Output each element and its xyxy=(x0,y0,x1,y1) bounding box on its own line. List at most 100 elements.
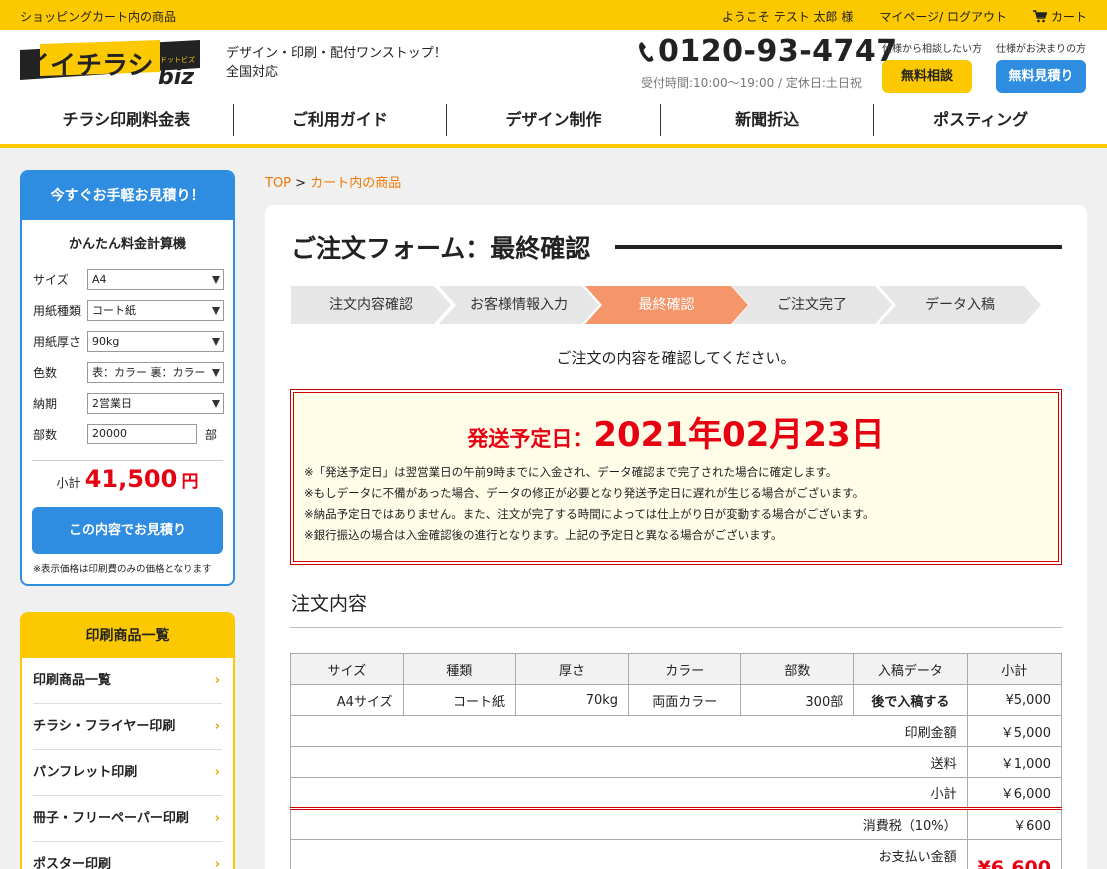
size-row: サイズ A4 xyxy=(33,269,224,290)
step-label: データ入稿 xyxy=(925,297,995,313)
site-logo[interactable]: イイチラシ biz ドットビズ xyxy=(20,38,218,90)
subtotal-value: 41,500 xyxy=(84,465,178,493)
free-consult-button[interactable]: 無料相談 xyxy=(882,60,972,93)
product-item-label: ポスター印刷 xyxy=(33,857,112,869)
welcome-text: ようこそ テスト 太郎 様 xyxy=(721,10,854,24)
col-subtotal: 小計 xyxy=(966,653,1063,685)
col-size: サイズ xyxy=(290,653,404,685)
calculator-header: 今すぐお手軽お見積り！ xyxy=(22,172,233,220)
shipping-date-label: 発送予定日： xyxy=(467,427,594,451)
delivery-row: 納期 2営業日 xyxy=(33,393,224,414)
nav-price-table[interactable]: チラシ印刷料金表 xyxy=(20,104,233,136)
col-weight: 厚さ xyxy=(514,653,630,685)
print-amount-row: 印刷金額 ￥5,000 xyxy=(290,715,1063,747)
paper-weight-select[interactable]: 90kg xyxy=(87,331,224,352)
step-order-check: 注文内容確認 xyxy=(291,286,451,324)
tagline-line2: 全国対応 xyxy=(226,65,279,80)
subtotal-label: 小計 xyxy=(56,476,81,490)
payment-label: お支払い金額 xyxy=(290,839,968,869)
chevron-down-icon xyxy=(212,400,220,408)
logo-text: イイチラシ xyxy=(24,51,153,81)
table-row: A4サイズ コート紙 70kg 両面カラー 300部 後で入稿する ¥5,000 xyxy=(290,684,1063,716)
product-item-flyer[interactable]: チラシ・フライヤー印刷 › xyxy=(33,704,222,750)
color-select[interactable]: 表：カラー 裏：カラー xyxy=(87,362,224,383)
size-label: サイズ xyxy=(33,273,69,287)
print-amount-label: 印刷金額 xyxy=(290,715,968,747)
shipping-notes: ※「発送予定日」は翌営業日の午前9時までに入金され、データ確認まで完了された場合… xyxy=(304,462,875,546)
tax-label: 消費税（10%） xyxy=(290,807,968,840)
paper-weight-row: 用紙厚さ 90kg xyxy=(33,331,224,352)
mypage-logout-link[interactable]: マイページ/ ログアウト xyxy=(879,8,1007,25)
product-item-booklet[interactable]: 冊子・フリーペーパー印刷 › xyxy=(33,796,222,842)
phone-number[interactable]: 0120-93-4747 xyxy=(638,34,898,69)
product-item-all[interactable]: 印刷商品一覧 › xyxy=(33,658,222,704)
cell-data: 後で入稿する xyxy=(853,684,968,716)
product-item-label: チラシ・フライヤー印刷 xyxy=(33,719,176,734)
delivery-select[interactable]: 2営業日 xyxy=(87,393,224,414)
step-customer-info: お客様情報入力 xyxy=(439,286,599,324)
nav-design[interactable]: デザイン制作 xyxy=(446,104,660,136)
nav-posting[interactable]: ポスティング xyxy=(873,104,1087,136)
quantity-row: 部数 20000 部 xyxy=(33,424,217,444)
paper-type-label: 用紙種類 xyxy=(33,304,82,318)
col-quantity: 部数 xyxy=(740,653,855,685)
progress-steps: 注文内容確認 お客様情報入力 最終確認 ご注文完了 データ入稿 xyxy=(291,286,1041,324)
cell-type: コート紙 xyxy=(402,684,516,716)
section-rule xyxy=(290,627,1062,628)
consult-caption: 仕様から相談したい方 xyxy=(882,44,982,55)
col-type: 種類 xyxy=(402,653,516,685)
payment-value: ¥6,600 xyxy=(966,839,1063,869)
product-list-header: 印刷商品一覧 xyxy=(22,614,233,658)
size-select[interactable]: A4 xyxy=(87,269,224,290)
paper-weight-label: 用紙厚さ xyxy=(33,335,82,349)
color-value: 表：カラー 裏：カラー xyxy=(92,366,206,379)
quantity-input[interactable]: 20000 xyxy=(87,424,197,444)
cart-link[interactable]: カート xyxy=(1032,8,1087,25)
step-label: 最終確認 xyxy=(638,297,695,313)
step-label: 注文内容確認 xyxy=(329,297,413,313)
color-row: 色数 表：カラー 裏：カラー xyxy=(33,362,224,383)
shipping-date-value: 2021年02月23日 xyxy=(593,415,885,455)
nav-guide[interactable]: ご利用ガイド xyxy=(232,104,447,136)
color-label: 色数 xyxy=(33,366,58,380)
free-estimate-button[interactable]: 無料見積り xyxy=(996,60,1086,93)
top-bar: ショッピングカート内の商品 ようこそ テスト 太郎 様 マイページ/ ログアウト… xyxy=(0,0,1107,30)
product-item-label: 印刷商品一覧 xyxy=(33,673,112,688)
calculator-subtotal: 小計 41,500 円 xyxy=(32,460,223,493)
estimate-caption: 仕様がお決まりの方 xyxy=(996,44,1086,55)
col-data: 入稿データ xyxy=(853,653,968,685)
phone-text: 0120-93-4747 xyxy=(658,34,898,69)
quantity-unit: 部 xyxy=(205,427,218,442)
shipping-note: ※「発送予定日」は翌営業日の午前9時までに入金され、データ確認まで完了された場合… xyxy=(304,465,838,479)
shipping-note: ※銀行振込の場合は入金確認後の進行となります。上記の予定日と異なる場合がございま… xyxy=(304,528,783,542)
cell-color: 両面カラー xyxy=(628,684,742,716)
get-quote-button[interactable]: この内容でお見積り xyxy=(32,507,223,554)
nav-newspaper-insert[interactable]: 新聞折込 xyxy=(659,104,874,136)
product-item-poster[interactable]: ポスター印刷 › xyxy=(33,842,222,869)
step-final-confirm: 最終確認 xyxy=(585,286,748,324)
chevron-right-icon: › xyxy=(214,857,220,869)
breadcrumb: TOP > カート内の商品 xyxy=(265,172,401,191)
step-label: お客様情報入力 xyxy=(470,297,568,313)
breadcrumb-separator: > xyxy=(295,176,307,191)
paper-type-select[interactable]: コート紙 xyxy=(87,300,224,321)
breadcrumb-top[interactable]: TOP xyxy=(265,176,291,191)
chevron-right-icon: › xyxy=(214,719,220,734)
title-rule xyxy=(615,245,1062,249)
shipping-date-box: 発送予定日：2021年02月23日 ※「発送予定日」は翌営業日の午前9時までに入… xyxy=(290,389,1062,565)
print-amount-value: ￥5,000 xyxy=(966,715,1063,747)
chevron-down-icon xyxy=(212,307,220,315)
subtotal-row-label: 小計 xyxy=(290,777,968,809)
breadcrumb-current[interactable]: カート内の商品 xyxy=(310,176,401,191)
price-calculator: 今すぐお手軽お見積り！ かんたん料金計算機 サイズ A4 用紙種類 コート紙 用… xyxy=(20,170,235,586)
cell-size: A4サイズ xyxy=(290,684,404,716)
product-item-pamphlet[interactable]: パンフレット印刷 › xyxy=(33,750,222,796)
sidebar: 今すぐお手軽お見積り！ かんたん料金計算機 サイズ A4 用紙種類 コート紙 用… xyxy=(20,170,235,869)
cell-weight: 70kg xyxy=(514,684,630,716)
subtotal-unit: 円 xyxy=(181,472,199,492)
global-nav: チラシ印刷料金表 ご利用ガイド デザイン制作 新聞折込 ポスティング xyxy=(20,104,1087,136)
shipping-note: ※納品予定日ではありません。また、注文が完了する時間によっては仕上がり日が変動す… xyxy=(304,507,875,521)
step-label: ご注文完了 xyxy=(777,297,847,313)
phone-icon xyxy=(639,41,654,62)
product-item-label: 冊子・フリーペーパー印刷 xyxy=(33,811,189,826)
